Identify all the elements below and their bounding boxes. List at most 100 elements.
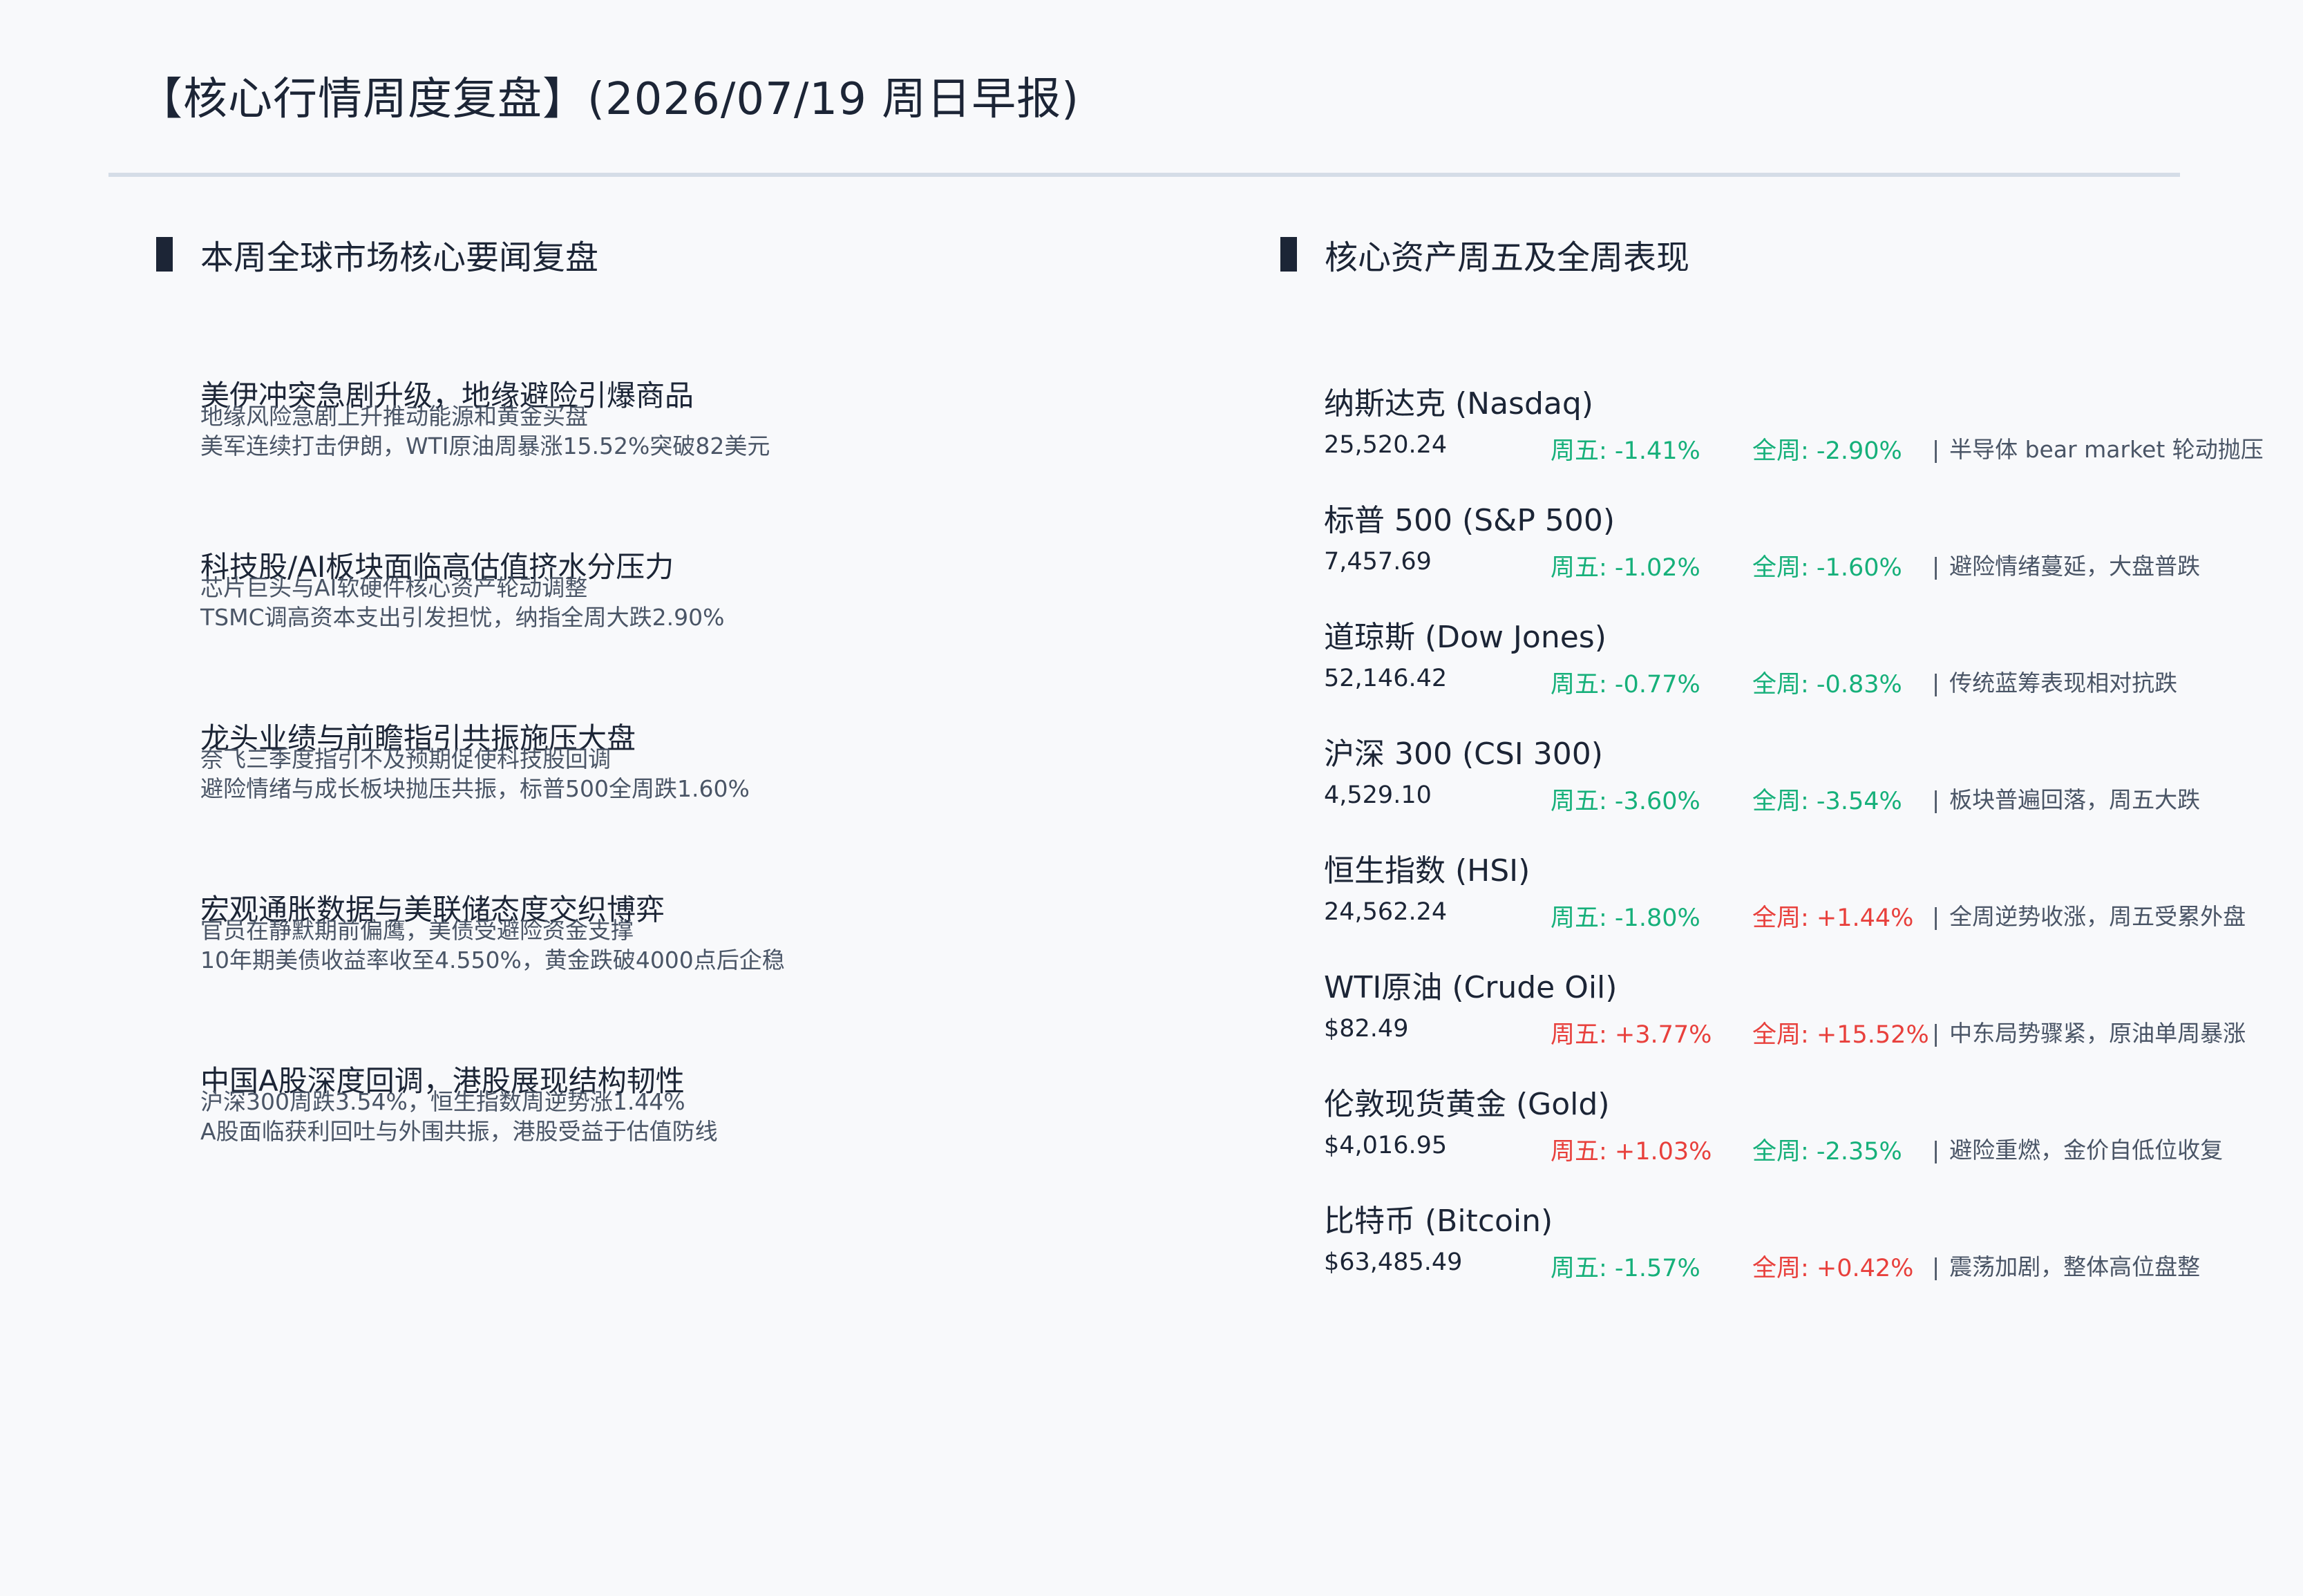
week-change: 全周: +1.44% [1752, 898, 1913, 933]
friday-change: 周五: -1.02% [1551, 548, 1700, 583]
asset-price: 7,457.69 [1324, 548, 1432, 576]
week-change-value: -1.60% [1816, 554, 1902, 582]
news-detail: 10年期美债收益率收至4.550%，黄金跌破4000点后企稳 [200, 947, 785, 973]
asset-item: 恒生指数 (HSI) 24,562.24 周五: -1.80% 全周: +1.44% |… [1324, 846, 2291, 949]
asset-note-text: 传统蓝筹表现相对抗跌 [1949, 669, 2178, 696]
asset-price: 24,562.24 [1324, 898, 1448, 926]
week-change-value: +15.52% [1816, 1021, 1929, 1049]
news-item: 科技股/AI板块面临高估值挤水分压力 芯片巨头与AI软硬件核心资产轮动调整 TS… [200, 550, 724, 631]
friday-change-label: 周五: [1551, 904, 1615, 932]
week-change-label: 全周: [1752, 1255, 1817, 1282]
note-separator: | [1932, 1253, 1940, 1280]
asset-name: 恒生指数 (HSI) [1324, 853, 1530, 889]
week-change: 全周: -3.54% [1752, 781, 1902, 817]
note-separator: | [1932, 786, 1940, 813]
asset-note-text: 避险情绪蔓延，大盘普跌 [1949, 553, 2201, 580]
asset-metrics-row: 52,146.42 周五: -0.77% 全周: -0.83% | 传统蓝筹表现相对抗跌 [1324, 665, 2291, 699]
friday-change-value: -0.77% [1614, 671, 1700, 699]
week-change: 全周: -0.83% [1752, 665, 1902, 700]
asset-item: 比特币 (Bitcoin) $63,485.49 周五: -1.57% 全周: +0.… [1324, 1196, 2291, 1300]
news-detail: 美军连续打击伊朗，WTI原油周暴涨15.52%突破82美元 [200, 433, 770, 459]
asset-price: $63,485.49 [1324, 1248, 1463, 1276]
assets-section-title: 核心资产周五及全周表现 [1325, 238, 1690, 277]
friday-change: 周五: +1.03% [1551, 1132, 1712, 1167]
week-change: 全周: +0.42% [1752, 1248, 1913, 1284]
asset-note-text: 板块普遍回落，周五大跌 [1949, 786, 2201, 813]
week-change-label: 全周: [1752, 904, 1817, 932]
note-separator: | [1932, 1020, 1940, 1047]
week-change: 全周: -2.35% [1752, 1132, 1902, 1167]
asset-note-text: 中东局势骤紧，原油单周暴涨 [1949, 1020, 2246, 1047]
asset-metrics-row: $82.49 周五: +3.77% 全周: +15.52% | 中东局势骤紧，原油单周暴… [1324, 1015, 2291, 1049]
week-change-value: -2.90% [1816, 437, 1902, 465]
asset-price: $4,016.95 [1324, 1132, 1448, 1159]
friday-change-label: 周五: [1551, 788, 1615, 815]
asset-metrics-row: $4,016.95 周五: +1.03% 全周: -2.35% | 避险重燃，金价自低位… [1324, 1132, 2291, 1166]
week-change: 全周: -2.90% [1752, 431, 1902, 466]
friday-change-value: -1.80% [1614, 904, 1700, 932]
news-detail: TSMC调高资本支出引发担忧，纳指全周大跌2.90% [200, 604, 725, 631]
asset-item: WTI原油 (Crude Oil) $82.49 周五: +3.77% 全周: +15… [1324, 962, 2291, 1066]
asset-name: 沪深 300 (CSI 300) [1324, 737, 1603, 772]
news-item: 龙头业绩与前瞻指引共振施压大盘 奈飞三季度指引不及预期促使科技股回调 避险情绪与… [200, 721, 750, 803]
asset-item: 道琼斯 (Dow Jones) 52,146.42 周五: -0.77% 全周: -0… [1324, 612, 2291, 716]
week-change-value: +0.42% [1816, 1255, 1914, 1282]
asset-price: 52,146.42 [1324, 665, 1448, 692]
asset-item: 沪深 300 (CSI 300) 4,529.10 周五: -3.60% 全周: -3… [1324, 729, 2291, 833]
friday-change: 周五: -1.41% [1551, 431, 1700, 466]
friday-change-label: 周五: [1551, 1138, 1615, 1166]
friday-change: 周五: +3.77% [1551, 1015, 1712, 1050]
asset-price: 4,529.10 [1324, 781, 1432, 809]
week-change-value: +1.44% [1816, 904, 1914, 932]
news-item: 宏观通胀数据与美联储态度交织博弈 官员在静默期前偏鹰，美债受避险资金支撑 10年… [200, 893, 785, 974]
friday-change-label: 周五: [1551, 1255, 1615, 1282]
friday-change-label: 周五: [1551, 437, 1615, 465]
asset-metrics-row: 4,529.10 周五: -3.60% 全周: -3.54% | 板块普遍回落，周五大跌 [1324, 781, 2291, 816]
week-change-value: -0.83% [1816, 671, 1902, 699]
asset-name: 标普 500 (S&P 500) [1324, 503, 1615, 538]
asset-name: 比特币 (Bitcoin) [1324, 1204, 1553, 1239]
asset-price: 25,520.24 [1324, 431, 1448, 459]
asset-name: WTI原油 (Crude Oil) [1324, 970, 1618, 1005]
note-separator: | [1932, 553, 1940, 580]
asset-note: | 全周逆势收涨，周五受累外盘 [1932, 898, 2246, 931]
news-summary: 奈飞三季度指引不及预期促使科技股回调 [200, 745, 611, 772]
asset-note: | 震荡加剧，整体高位盘整 [1932, 1248, 2200, 1282]
friday-change-value: -1.41% [1614, 437, 1700, 465]
title-divider [108, 173, 2180, 177]
asset-metrics-row: 25,520.24 周五: -1.41% 全周: -2.90% | 半导体 bear m… [1324, 431, 2291, 466]
news-summary: 沪深300周跌3.54%，恒生指数周逆势涨1.44% [200, 1088, 685, 1115]
asset-note: | 避险情绪蔓延，大盘普跌 [1932, 548, 2200, 581]
friday-change: 周五: -3.60% [1551, 781, 1700, 817]
note-separator: | [1932, 1137, 1940, 1163]
asset-note: | 半导体 bear market 轮动抛压 [1932, 431, 2264, 464]
friday-change-value: -1.02% [1614, 554, 1700, 582]
section-marker [1280, 237, 1297, 272]
week-change: 全周: -1.60% [1752, 548, 1902, 583]
asset-item: 伦敦现货黄金 (Gold) $4,016.95 周五: +1.03% 全周: -2.3… [1324, 1079, 2291, 1183]
week-change-label: 全周: [1752, 671, 1817, 699]
news-section-title: 本周全球市场核心要闻复盘 [200, 238, 599, 277]
asset-item: 标普 500 (S&P 500) 7,457.69 周五: -1.02% 全周: -1… [1324, 495, 2291, 599]
asset-metrics-row: $63,485.49 周五: -1.57% 全周: +0.42% | 震荡加剧，整体高位… [1324, 1248, 2291, 1283]
asset-note: | 避险重燃，金价自低位收复 [1932, 1132, 2223, 1165]
asset-note-text: 避险重燃，金价自低位收复 [1949, 1137, 2224, 1163]
friday-change-label: 周五: [1551, 671, 1615, 699]
asset-note-text: 半导体 bear market 轮动抛压 [1949, 436, 2264, 463]
asset-note: | 板块普遍回落，周五大跌 [1932, 781, 2200, 815]
week-change-value: -3.54% [1816, 788, 1902, 815]
asset-metrics-row: 24,562.24 周五: -1.80% 全周: +1.44% | 全周逆势收涨，周五受… [1324, 898, 2291, 933]
news-detail: 避险情绪与成长板块抛压共振，标普500全周跌1.60% [200, 775, 750, 802]
note-separator: | [1932, 436, 1940, 463]
friday-change: 周五: -1.80% [1551, 898, 1700, 933]
week-change-label: 全周: [1752, 1138, 1817, 1166]
news-item: 中国A股深度回调，港股展现结构韧性 沪深300周跌3.54%，恒生指数周逆势涨1… [200, 1064, 718, 1146]
news-section-heading: 本周全球市场核心要闻复盘 [156, 235, 598, 277]
asset-name: 伦敦现货黄金 (Gold) [1324, 1087, 1610, 1122]
asset-name: 纳斯达克 (Nasdaq) [1324, 386, 1593, 421]
section-marker [156, 237, 173, 272]
asset-metrics-row: 7,457.69 周五: -1.02% 全周: -1.60% | 避险情绪蔓延，大盘普跌 [1324, 548, 2291, 582]
friday-change-value: -3.60% [1614, 788, 1700, 815]
friday-change-value: +3.77% [1614, 1021, 1712, 1049]
friday-change-value: -1.57% [1614, 1255, 1700, 1282]
